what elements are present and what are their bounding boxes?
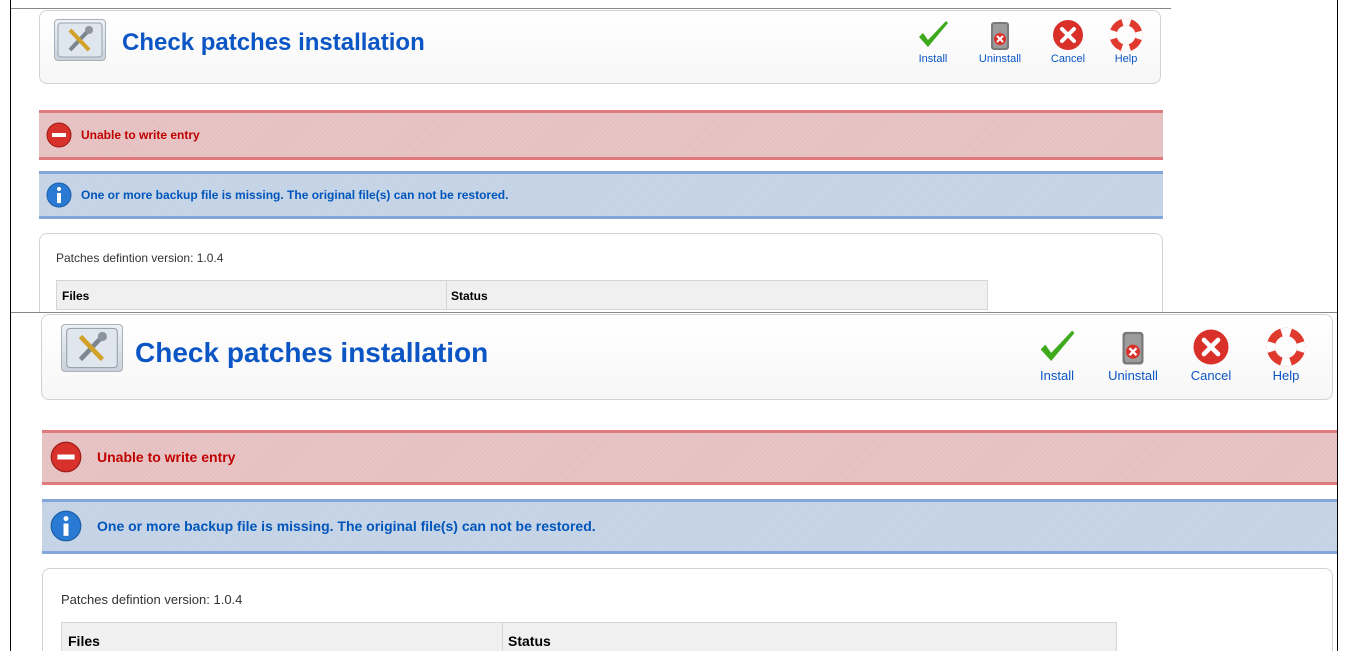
toolbar: Check patches installation Install Unins… — [41, 314, 1333, 400]
info-icon — [46, 182, 72, 208]
column-files: Files — [62, 289, 90, 303]
uninstall-button[interactable]: Uninstall — [1101, 326, 1165, 383]
column-separator — [446, 281, 447, 309]
install-label: Install — [1040, 368, 1074, 383]
notice-message: One or more backup file is missing. The … — [42, 499, 1337, 554]
tools-icon — [54, 19, 106, 61]
info-icon — [50, 510, 82, 542]
column-status: Status — [451, 289, 488, 303]
patches-version: Patches defintion version: 1.0.4 — [61, 592, 243, 607]
trash-icon — [1122, 331, 1144, 365]
cancel-x-icon — [1193, 329, 1229, 365]
error-text: Unable to write entry — [97, 449, 236, 465]
frame-border-right — [1337, 0, 1338, 651]
help-button[interactable]: Help — [1262, 326, 1310, 383]
lifebuoy-icon — [1109, 18, 1143, 52]
notice-text: One or more backup file is missing. The … — [81, 188, 509, 202]
error-message: Unable to write entry — [39, 110, 1163, 160]
top-edge — [11, 312, 1337, 313]
notice-message: One or more backup file is missing. The … — [39, 171, 1163, 219]
checkmark-icon — [1040, 330, 1075, 361]
page-title: Check patches installation — [135, 337, 489, 368]
error-message: Unable to write entry — [42, 430, 1337, 485]
screenshot-large: Check patches installation Install Unins… — [11, 312, 1337, 651]
uninstall-label: Uninstall — [1108, 368, 1158, 383]
column-separator — [502, 623, 503, 651]
install-button[interactable]: Install — [1032, 326, 1082, 383]
screenshot-small: Check patches installation Install Unins… — [11, 0, 1171, 312]
top-edge — [11, 8, 1171, 9]
error-text: Unable to write entry — [81, 128, 200, 142]
install-button[interactable]: Install — [912, 17, 954, 65]
column-files: Files — [68, 633, 100, 649]
checkmark-icon — [919, 21, 948, 47]
toolbar: Check patches installation Install Unins… — [39, 10, 1161, 84]
uninstall-button[interactable]: Uninstall — [973, 17, 1027, 65]
notice-text: One or more backup file is missing. The … — [97, 518, 596, 534]
content-panel: Patches defintion version: 1.0.4 Files S… — [39, 233, 1163, 312]
help-label: Help — [1114, 53, 1138, 65]
tools-icon — [61, 324, 123, 372]
cancel-label: Cancel — [1050, 53, 1086, 65]
page-title: Check patches installation — [122, 29, 425, 56]
cancel-label: Cancel — [1190, 368, 1232, 383]
files-table-header: Files Status — [61, 622, 1117, 651]
lifebuoy-icon — [1266, 327, 1306, 367]
no-entry-icon — [46, 122, 72, 148]
help-label: Help — [1272, 368, 1300, 383]
uninstall-label: Uninstall — [978, 53, 1022, 65]
trash-icon — [991, 22, 1009, 50]
install-label: Install — [918, 53, 948, 65]
cancel-x-icon — [1053, 20, 1083, 50]
files-table-header: Files Status — [56, 280, 988, 310]
patches-version: Patches defintion version: 1.0.4 — [56, 251, 224, 265]
help-button[interactable]: Help — [1106, 17, 1146, 65]
column-status: Status — [508, 633, 551, 649]
no-entry-icon — [50, 441, 82, 473]
content-panel: Patches defintion version: 1.0.4 Files S… — [42, 568, 1333, 651]
cancel-button[interactable]: Cancel — [1044, 17, 1092, 65]
cancel-button[interactable]: Cancel — [1183, 326, 1239, 383]
